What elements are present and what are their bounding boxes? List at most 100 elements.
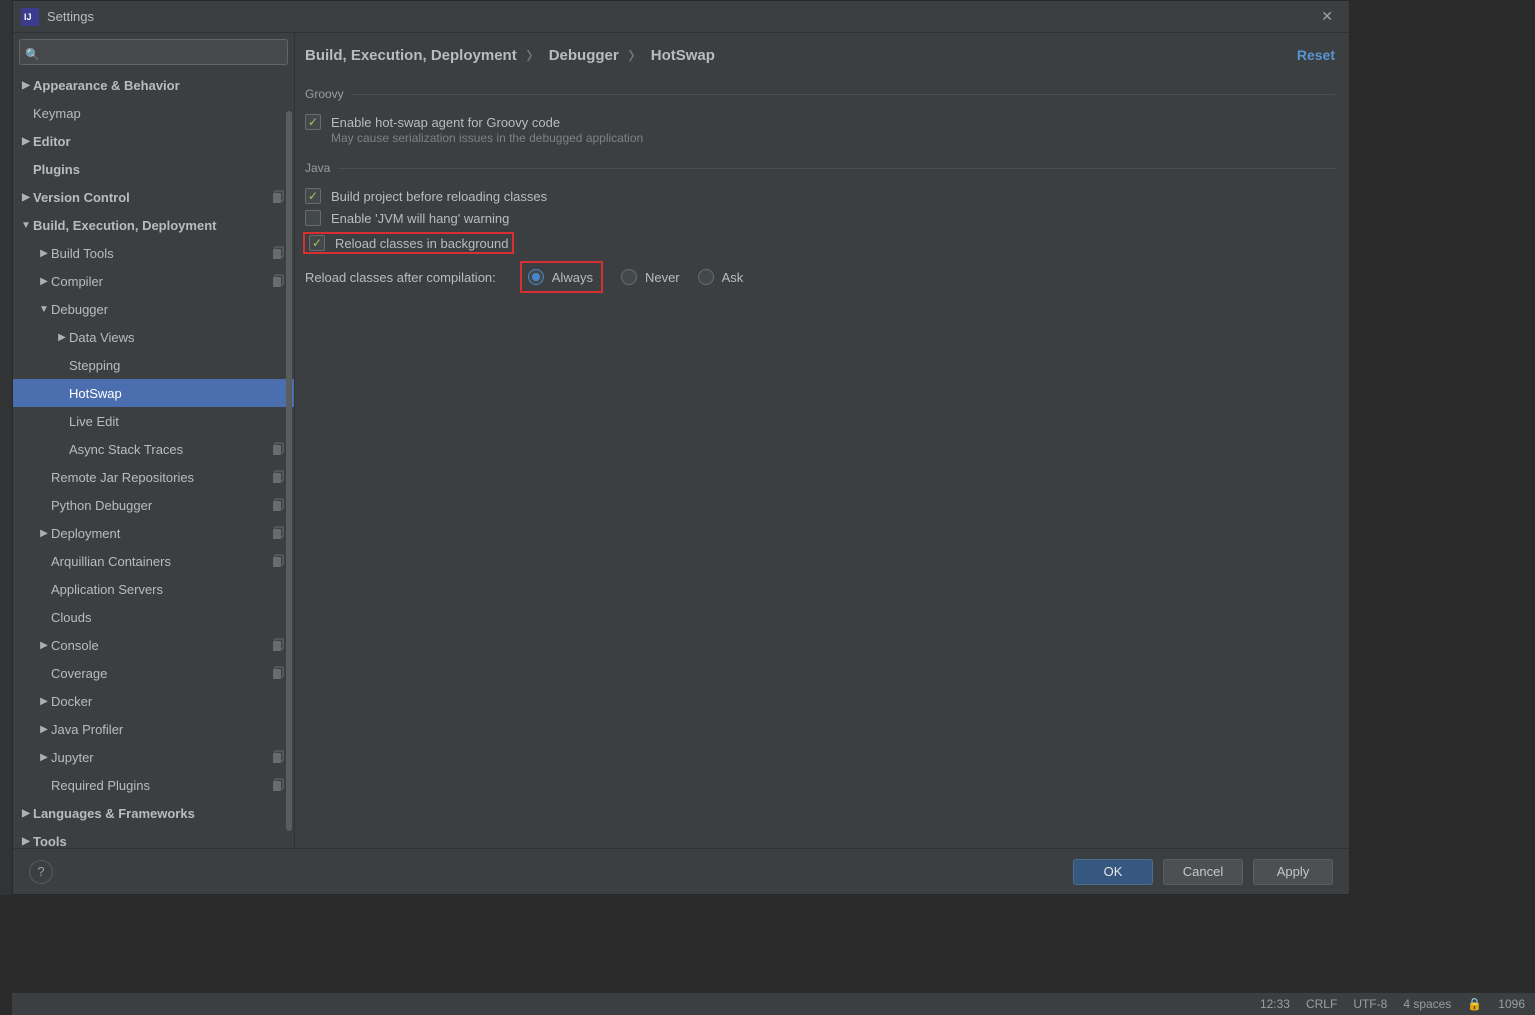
crumb-1[interactable]: Build, Execution, Deployment	[305, 47, 517, 64]
tree-bed[interactable]: ▼ Build, Execution, Deployment	[13, 211, 294, 239]
tree-deployment[interactable]: ▶ Deployment	[13, 519, 294, 547]
chevron-down-icon: ▼	[19, 220, 33, 231]
crumb-2[interactable]: Debugger	[549, 47, 619, 64]
chevron-right-icon: ▶	[19, 80, 33, 91]
tree-python-dbg[interactable]: ▶ Python Debugger	[13, 491, 294, 519]
crumb-3: HotSwap	[651, 47, 715, 64]
checkbox-build-before[interactable]	[305, 188, 321, 204]
tree-appearance[interactable]: ▶ Appearance & Behavior	[13, 71, 294, 99]
tree-compiler[interactable]: ▶ Compiler	[13, 267, 294, 295]
chevron-right-icon: ▶	[37, 276, 51, 287]
project-settings-icon	[272, 470, 286, 484]
reset-link[interactable]: Reset	[1297, 47, 1335, 63]
tree-remote-jar[interactable]: ▶ Remote Jar Repositories	[13, 463, 294, 491]
checkbox-jvm-hang[interactable]	[305, 210, 321, 226]
hint-groovy: May cause serialization issues in the de…	[299, 131, 1335, 145]
highlight-reload-bg: Reload classes in background	[303, 232, 514, 254]
tree-async[interactable]: ▶ Async Stack Traces	[13, 435, 294, 463]
project-settings-icon	[272, 778, 286, 792]
chevron-right-icon: ▶	[55, 332, 69, 343]
status-caret-pos[interactable]: 12:33	[1260, 997, 1290, 1011]
chevron-right-icon: 〉	[629, 47, 641, 64]
tree-build-tools[interactable]: ▶ Build Tools	[13, 239, 294, 267]
project-settings-icon	[272, 246, 286, 260]
chevron-right-icon: ▶	[37, 696, 51, 707]
lock-icon[interactable]: 🔒	[1467, 997, 1482, 1011]
tree-required-plugins[interactable]: ▶ Required Plugins	[13, 771, 294, 799]
project-settings-icon	[272, 190, 286, 204]
chevron-down-icon: ▼	[37, 304, 51, 315]
chevron-right-icon: ▶	[37, 640, 51, 651]
tree-editor[interactable]: ▶ Editor	[13, 127, 294, 155]
status-mem[interactable]: 1096	[1498, 997, 1525, 1011]
window-title: Settings	[47, 9, 94, 24]
tree-coverage[interactable]: ▶ Coverage	[13, 659, 294, 687]
status-eol[interactable]: CRLF	[1306, 997, 1337, 1011]
option-jvm-hang[interactable]: Enable 'JVM will hang' warning	[299, 207, 1335, 229]
tree-version-control[interactable]: ▶ Version Control	[13, 183, 294, 211]
project-settings-icon	[272, 554, 286, 568]
ok-button[interactable]: OK	[1073, 859, 1153, 885]
chevron-right-icon: ▶	[19, 192, 33, 203]
checkbox-reload-bg[interactable]	[309, 235, 325, 251]
svg-text:IJ: IJ	[24, 12, 32, 22]
app-icon: IJ	[21, 8, 39, 26]
dialog-footer: ? OK Cancel Apply	[13, 848, 1349, 894]
tree-clouds[interactable]: ▶ Clouds	[13, 603, 294, 631]
ide-statusbar: 12:33 CRLF UTF-8 4 spaces 🔒 1096	[12, 993, 1535, 1015]
tree-tools[interactable]: ▶ Tools	[13, 827, 294, 848]
close-icon[interactable]: ✕	[1313, 4, 1341, 29]
project-settings-icon	[272, 442, 286, 456]
tree-app-servers[interactable]: ▶ Application Servers	[13, 575, 294, 603]
help-button[interactable]: ?	[29, 860, 53, 884]
radio-never[interactable]	[621, 269, 637, 285]
radio-ask-opt[interactable]: Ask	[698, 269, 744, 285]
project-settings-icon	[272, 274, 286, 288]
tree-data-views[interactable]: ▶ Data Views	[13, 323, 294, 351]
section-java: Java	[305, 161, 1335, 175]
titlebar: IJ Settings ✕	[13, 1, 1349, 33]
main-panel: Build, Execution, Deployment 〉 Debugger …	[295, 33, 1349, 848]
tree-live-edit[interactable]: ▶ Live Edit	[13, 407, 294, 435]
tree-java-profiler[interactable]: ▶ Java Profiler	[13, 715, 294, 743]
radio-never-opt[interactable]: Never	[621, 269, 680, 285]
radio-ask[interactable]	[698, 269, 714, 285]
apply-button[interactable]: Apply	[1253, 859, 1333, 885]
tree-arquillian[interactable]: ▶ Arquillian Containers	[13, 547, 294, 575]
chevron-right-icon: ▶	[19, 836, 33, 847]
sidebar: 🔍 ▶ Appearance & Behavior ▶ Keymap ▶ Ed	[13, 33, 295, 848]
section-groovy: Groovy	[305, 87, 1335, 101]
radio-always[interactable]	[528, 269, 544, 285]
breadcrumb: Build, Execution, Deployment 〉 Debugger …	[305, 47, 715, 64]
tree-docker[interactable]: ▶ Docker	[13, 687, 294, 715]
tree-scrollbar[interactable]	[286, 111, 292, 848]
search-input[interactable]	[19, 39, 288, 65]
tree-lang-fw[interactable]: ▶ Languages & Frameworks	[13, 799, 294, 827]
tree-hotswap[interactable]: ▶ HotSwap	[13, 379, 294, 407]
chevron-right-icon: ▶	[37, 248, 51, 259]
tree-keymap[interactable]: ▶ Keymap	[13, 99, 294, 127]
tree-stepping[interactable]: ▶ Stepping	[13, 351, 294, 379]
project-settings-icon	[272, 750, 286, 764]
project-settings-icon	[272, 498, 286, 512]
chevron-right-icon: ▶	[37, 528, 51, 539]
tree-plugins[interactable]: ▶ Plugins	[13, 155, 294, 183]
status-indent[interactable]: 4 spaces	[1403, 997, 1451, 1011]
chevron-right-icon: ▶	[37, 752, 51, 763]
project-settings-icon	[272, 666, 286, 680]
chevron-right-icon: 〉	[527, 47, 539, 64]
project-settings-icon	[272, 526, 286, 540]
cancel-button[interactable]: Cancel	[1163, 859, 1243, 885]
tree-jupyter[interactable]: ▶ Jupyter	[13, 743, 294, 771]
tree-console[interactable]: ▶ Console	[13, 631, 294, 659]
option-build-before[interactable]: Build project before reloading classes	[299, 185, 1335, 207]
option-groovy-enable[interactable]: Enable hot-swap agent for Groovy code	[299, 111, 1335, 133]
checkbox-groovy-enable[interactable]	[305, 114, 321, 130]
tree-debugger[interactable]: ▼ Debugger	[13, 295, 294, 323]
project-settings-icon	[272, 638, 286, 652]
chevron-right-icon: ▶	[19, 136, 33, 147]
search-icon: 🔍	[25, 47, 40, 61]
reload-after-label: Reload classes after compilation:	[305, 270, 496, 285]
status-encoding[interactable]: UTF-8	[1353, 997, 1387, 1011]
settings-tree: ▶ Appearance & Behavior ▶ Keymap ▶ Edito…	[13, 71, 294, 848]
